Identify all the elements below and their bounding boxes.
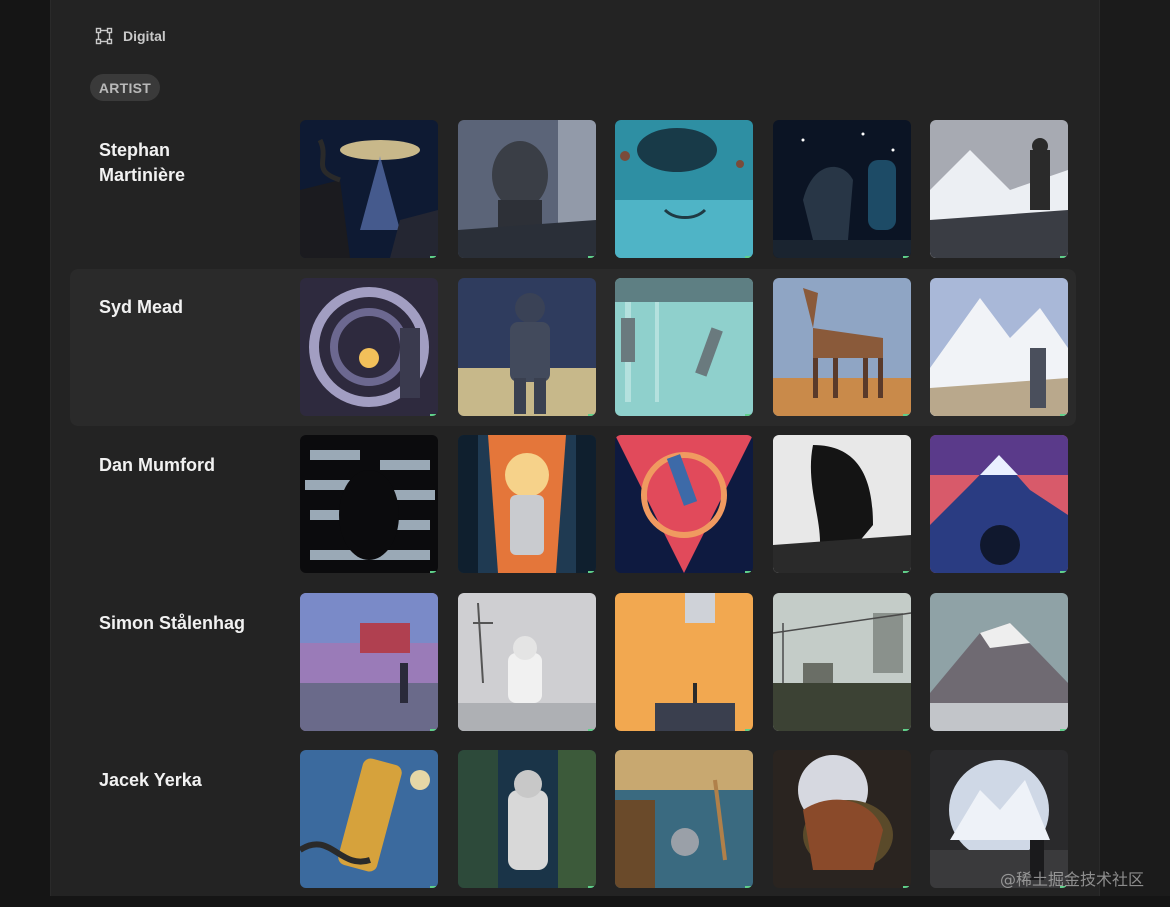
- artwork-thumbnail[interactable]: [300, 120, 438, 258]
- status-tick: [903, 256, 909, 258]
- artwork-thumbnail[interactable]: [300, 435, 438, 573]
- artist-name[interactable]: Dan Mumford: [99, 453, 249, 478]
- frame-icon: [95, 27, 113, 45]
- artwork-thumbnail[interactable]: [458, 593, 596, 731]
- artist-name[interactable]: Syd Mead: [99, 295, 249, 320]
- artwork-thumbnail[interactable]: [458, 120, 596, 258]
- status-tick: [588, 414, 594, 416]
- category-label: Digital: [123, 28, 166, 44]
- status-tick: [430, 729, 436, 731]
- artwork-thumbnail[interactable]: [773, 278, 911, 416]
- artwork-thumbnail[interactable]: [615, 278, 753, 416]
- status-tick: [1060, 729, 1066, 731]
- watermark: @稀土掘金技术社区: [1000, 870, 1145, 889]
- artwork-thumbnail[interactable]: [615, 435, 753, 573]
- artist-name[interactable]: Simon Stålenhag: [99, 611, 249, 636]
- right-gutter: [1100, 0, 1170, 896]
- status-tick: [430, 256, 436, 258]
- status-tick: [1060, 571, 1066, 573]
- artwork-thumbnail[interactable]: [773, 750, 911, 888]
- category-header: Digital: [95, 26, 166, 46]
- artwork-thumbnail[interactable]: [930, 593, 1068, 731]
- artist-row: Jacek Yerka: [70, 750, 1076, 907]
- status-tick: [588, 729, 594, 731]
- artwork-thumbnail[interactable]: [773, 120, 911, 258]
- status-tick: [903, 886, 909, 888]
- status-tick: [1060, 414, 1066, 416]
- status-tick: [745, 414, 751, 416]
- artwork-thumbnail[interactable]: [458, 278, 596, 416]
- status-tick: [745, 571, 751, 573]
- artist-filter-pill[interactable]: ARTIST: [90, 74, 160, 101]
- artist-row: Syd Mead: [70, 269, 1076, 426]
- artwork-thumbnail[interactable]: [930, 278, 1068, 416]
- artwork-thumbnail[interactable]: [615, 750, 753, 888]
- artwork-thumbnail[interactable]: [300, 593, 438, 731]
- artwork-thumbnail[interactable]: [930, 435, 1068, 573]
- status-tick: [745, 886, 751, 888]
- artist-row: Stephan Martinière: [70, 120, 1076, 277]
- status-tick: [903, 729, 909, 731]
- artist-row: Dan Mumford: [70, 435, 1076, 592]
- artwork-thumbnail[interactable]: [930, 120, 1068, 258]
- artist-name[interactable]: Stephan Martinière: [99, 138, 249, 188]
- status-tick: [430, 414, 436, 416]
- status-tick: [903, 571, 909, 573]
- artist-row: Simon Stålenhag: [70, 593, 1076, 750]
- status-tick: [430, 571, 436, 573]
- artwork-thumbnail[interactable]: [458, 750, 596, 888]
- status-tick: [430, 886, 436, 888]
- artwork-thumbnail[interactable]: [615, 593, 753, 731]
- status-tick: [745, 256, 751, 258]
- artwork-thumbnail[interactable]: [300, 750, 438, 888]
- status-tick: [1060, 256, 1066, 258]
- status-tick: [903, 414, 909, 416]
- status-tick: [588, 256, 594, 258]
- status-tick: [745, 729, 751, 731]
- artwork-thumbnail[interactable]: [458, 435, 596, 573]
- artwork-thumbnail[interactable]: [615, 120, 753, 258]
- artwork-thumbnail[interactable]: [773, 593, 911, 731]
- status-tick: [588, 571, 594, 573]
- status-tick: [588, 886, 594, 888]
- artwork-thumbnail[interactable]: [300, 278, 438, 416]
- artwork-thumbnail[interactable]: [773, 435, 911, 573]
- artist-name[interactable]: Jacek Yerka: [99, 768, 249, 793]
